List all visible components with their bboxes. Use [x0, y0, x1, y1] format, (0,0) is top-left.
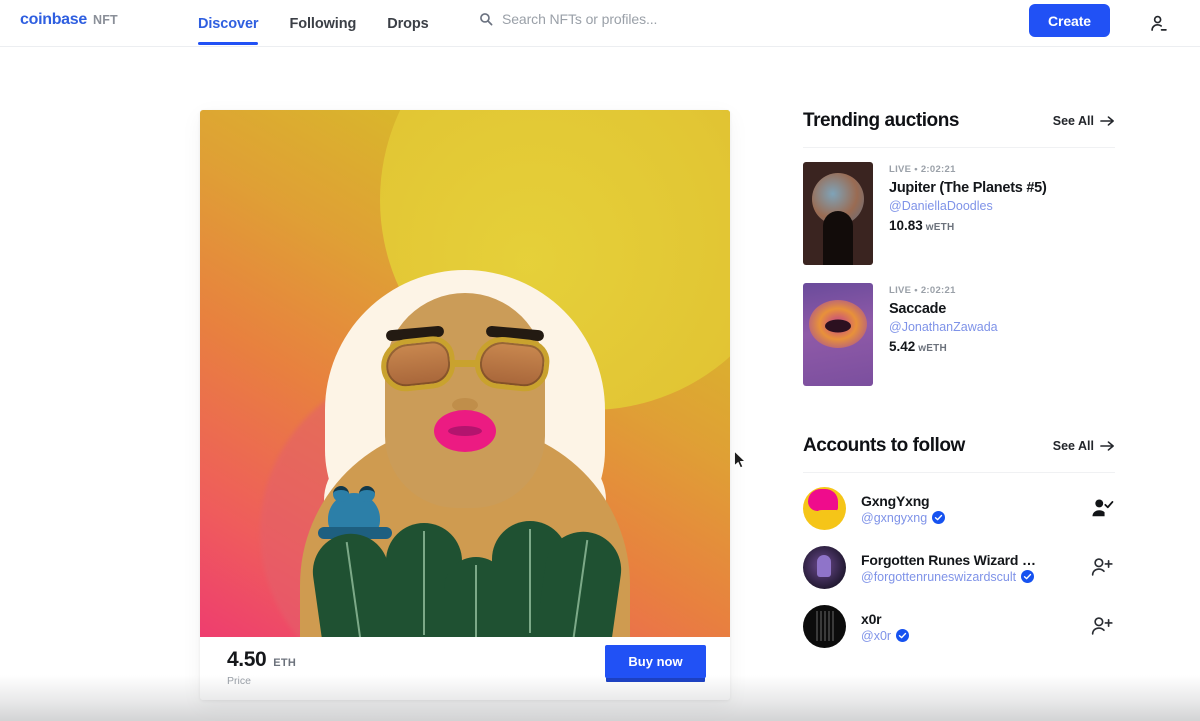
account-handle[interactable]: @gxngyxng: [861, 511, 927, 525]
auction-price-value: 5.42: [889, 339, 916, 354]
auction-price-currency: wETH: [918, 343, 947, 354]
auction-price-value: 10.83: [889, 218, 923, 233]
trending-divider: [803, 147, 1115, 148]
brand-logo[interactable]: coinbase NFT: [20, 11, 118, 29]
trending-see-all-link[interactable]: See All: [1053, 114, 1115, 128]
accounts-header: Accounts to follow See All: [803, 435, 1115, 472]
account-name: x0r: [861, 610, 882, 627]
account-list-item[interactable]: GxngYxng @gxngyxng: [803, 487, 1115, 530]
arrow-right-icon: [1100, 441, 1114, 451]
accounts-divider: [803, 472, 1115, 473]
account-avatar: [803, 546, 846, 589]
account-list-item[interactable]: x0r @x0r: [803, 605, 1115, 648]
search-icon: [480, 13, 493, 26]
featured-nft-card[interactable]: 4.50 ETH Price Buy now: [200, 110, 730, 700]
nft-price-caption: Price: [227, 675, 251, 687]
user-avatar-icon: [1150, 15, 1167, 31]
nft-artwork: [200, 110, 730, 637]
account-handle[interactable]: @x0r: [861, 629, 891, 643]
auction-creator-handle[interactable]: @JonathanZawada: [889, 320, 998, 334]
trending-auctions-header: Trending auctions See All: [803, 110, 1115, 147]
nft-price-value: 4.50: [227, 648, 267, 671]
following-button[interactable]: [1089, 497, 1115, 521]
nft-price-currency: ETH: [273, 657, 297, 669]
account-list-item[interactable]: Forgotten Runes Wizard C... @forgottenru…: [803, 546, 1115, 589]
person-check-icon: [1092, 498, 1114, 516]
auction-creator-handle[interactable]: @DaniellaDoodles: [889, 199, 1047, 213]
auction-live-timer: LIVE • 2:02:21: [889, 285, 956, 296]
auction-title: Saccade: [889, 301, 947, 317]
auction-live-timer: LIVE • 2:02:21: [889, 164, 956, 175]
verified-badge-icon: [896, 629, 910, 642]
create-button[interactable]: Create: [1029, 4, 1110, 37]
user-avatar-button[interactable]: [1144, 9, 1172, 37]
account-name: GxngYxng: [861, 492, 930, 509]
nav-tab-following-label: Following: [289, 15, 357, 32]
account-handle[interactable]: @forgottenruneswizardscult: [861, 570, 1016, 584]
buy-now-button[interactable]: Buy now: [605, 645, 706, 678]
nav-tab-discover-label: Discover: [198, 15, 259, 32]
top-navigation-bar: coinbase NFT Discover Following Drops Cr…: [0, 0, 1200, 47]
trending-see-all-label: See All: [1052, 114, 1094, 128]
verified-badge-icon: [1021, 570, 1035, 583]
accounts-title: Accounts to follow: [803, 435, 965, 456]
nft-card-footer: 4.50 ETH Price Buy now: [200, 637, 730, 700]
accounts-see-all-link[interactable]: See All: [1053, 439, 1115, 453]
account-name: Forgotten Runes Wizard C...: [861, 551, 1041, 568]
main-nav: Discover Following Drops: [198, 0, 429, 47]
artwork-sunglasses-bridge: [450, 360, 480, 367]
account-avatar: [803, 487, 846, 530]
nav-tab-following[interactable]: Following: [289, 0, 356, 47]
brand-name-nft: NFT: [92, 13, 118, 27]
auction-item[interactable]: LIVE • 2:02:21 Jupiter (The Planets #5) …: [803, 162, 1115, 265]
search-input[interactable]: [502, 11, 882, 27]
artwork-leaf-dress: [307, 517, 627, 637]
search-container[interactable]: [479, 11, 909, 27]
follow-button[interactable]: [1089, 556, 1115, 580]
artwork-lips: [434, 410, 496, 452]
nav-tab-drops[interactable]: Drops: [387, 0, 429, 47]
mouse-cursor: [733, 450, 747, 469]
person-plus-icon: [1091, 616, 1113, 635]
verified-badge-icon: [932, 511, 946, 524]
account-avatar: [803, 605, 846, 648]
nav-tab-discover[interactable]: Discover: [198, 0, 259, 47]
accounts-to-follow-section: Accounts to follow See All GxngYxng @gxn…: [803, 435, 1115, 648]
nav-tab-drops-label: Drops: [387, 15, 429, 32]
follow-button[interactable]: [1089, 615, 1115, 639]
auction-thumbnail-jupiter: [803, 162, 873, 265]
person-plus-icon: [1091, 557, 1113, 576]
auction-thumbnail-saccade: [803, 283, 873, 386]
nft-price-block: 4.50 ETH Price: [227, 648, 296, 687]
trending-auctions-title: Trending auctions: [803, 110, 959, 131]
right-sidebar: Trending auctions See All LIVE • 2:02:21…: [803, 110, 1115, 664]
auction-item[interactable]: LIVE • 2:02:21 Saccade @JonathanZawada 5…: [803, 283, 1115, 386]
arrow-right-icon: [1100, 116, 1114, 126]
accounts-see-all-label: See All: [1052, 439, 1094, 453]
auction-price: 5.42 wETH: [889, 339, 998, 354]
brand-name-coinbase: coinbase: [20, 11, 87, 28]
trending-auctions-section: Trending auctions See All LIVE • 2:02:21…: [803, 110, 1115, 386]
auction-price: 10.83 wETH: [889, 218, 1047, 233]
auction-price-currency: wETH: [925, 222, 955, 233]
auction-title: Jupiter (The Planets #5): [889, 180, 1047, 196]
